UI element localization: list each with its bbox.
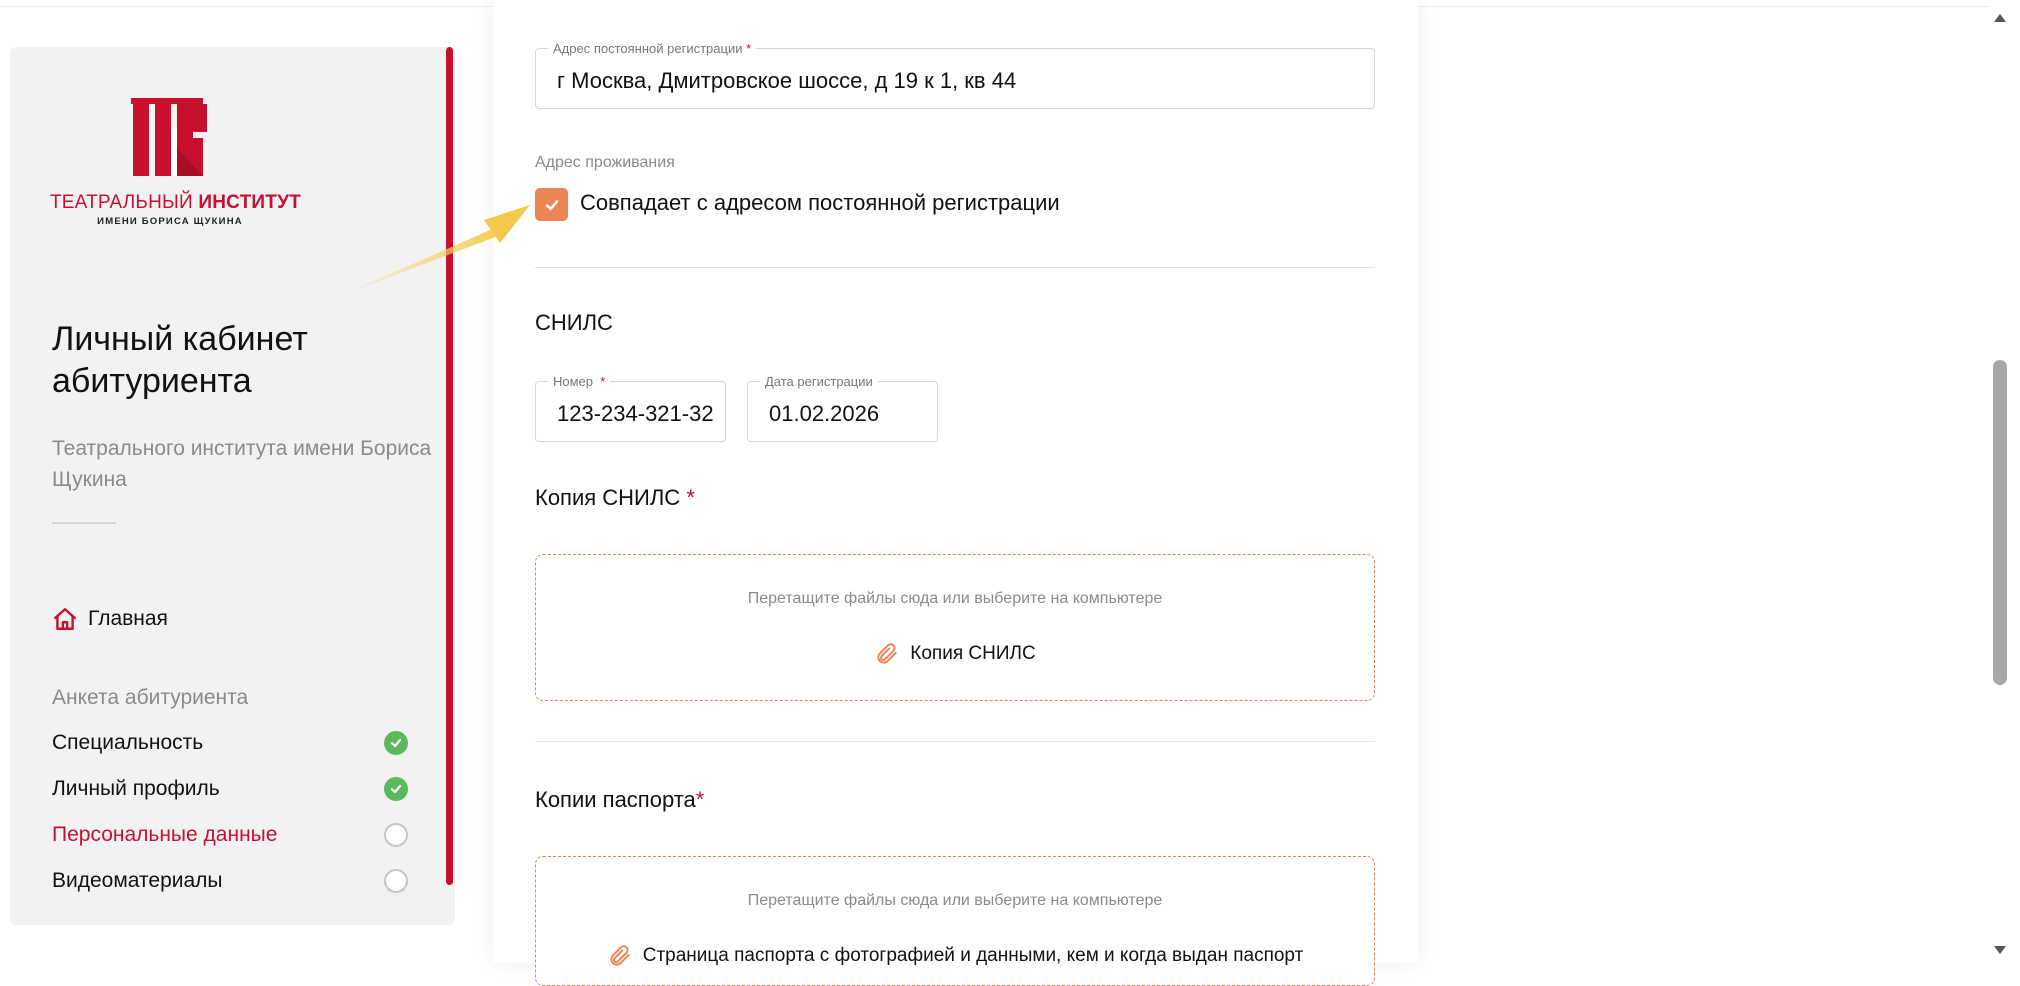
passport-copies-title: Копии паспорта* <box>535 787 705 812</box>
cabinet-subtitle: Театрального института имени Бориса Щуки… <box>52 437 432 491</box>
sidebar-divider <box>52 522 116 524</box>
cabinet-title: Личный кабинет абитуриента <box>52 320 308 400</box>
nav-home-label: Главная <box>88 607 168 630</box>
snils-copy-file-label: Копия СНИЛС <box>910 643 1036 664</box>
institute-logo[interactable]: ТЕАТРАЛЬНЫЙ ИНСТИТУТ ИМЕНИ БОРИСА ЩУКИНА <box>50 98 301 238</box>
registration-address-value: г Москва, Дмитровское шоссе, д 19 к 1, к… <box>557 68 1017 93</box>
registration-address-label: Адрес постоянной регистрации * <box>548 41 757 56</box>
passport-copies-dropzone[interactable]: Перетащите файлы сюда или выберите на ко… <box>535 856 1375 986</box>
sidebar-item-profile[interactable]: Личный профиль <box>52 773 408 805</box>
check-circle-icon <box>384 731 408 755</box>
snils-number-field[interactable]: Номер * 123-234-321-32 <box>535 374 726 442</box>
snils-copy-title: Копия СНИЛС * <box>535 485 695 510</box>
same-address-checkbox[interactable] <box>535 188 568 221</box>
same-address-label[interactable]: Совпадает с адресом постоянной регистрац… <box>580 190 1060 216</box>
residence-address-label: Адрес проживания <box>535 154 675 171</box>
registration-address-field[interactable]: Адрес постоянной регистрации * г Москва,… <box>535 41 1375 109</box>
logo-mark-icon <box>131 98 207 176</box>
nav-section-label: Анкета абитуриента <box>52 686 249 709</box>
sidebar-item-specialty[interactable]: Специальность <box>52 727 408 759</box>
scroll-up-arrow-icon[interactable] <box>1992 12 2008 24</box>
snils-date-value: 01.02.2026 <box>769 401 880 426</box>
empty-circle-icon <box>384 823 408 847</box>
sidebar-item-label: Специальность <box>52 731 204 754</box>
snils-copy-file-button[interactable]: Копия СНИЛС <box>536 641 1374 667</box>
sidebar-accent-bar <box>446 47 453 885</box>
sidebar-item-label: Персональные данные <box>52 823 278 846</box>
dropzone-hint: Перетащите файлы сюда или выберите на ко… <box>747 590 1163 607</box>
snils-number-label: Номер * <box>548 374 611 389</box>
sidebar-item-label: Личный профиль <box>52 777 220 800</box>
section-divider <box>535 267 1375 268</box>
dropzone-hint: Перетащите файлы сюда или выберите на ко… <box>747 892 1163 909</box>
snils-number-value: 123-234-321-32 <box>557 401 714 426</box>
scrollbar-thumb[interactable] <box>1993 360 2007 685</box>
check-icon <box>545 199 558 210</box>
sidebar-item-label: Видеоматериалы <box>52 869 223 892</box>
paperclip-icon <box>877 643 897 664</box>
snils-title: СНИЛС <box>535 310 613 335</box>
passport-page-file-button[interactable]: Страница паспорта с фотографией и данным… <box>536 943 1374 969</box>
passport-page-file-label: Страница паспорта с фотографией и данным… <box>642 945 1304 966</box>
sidebar-item-videos[interactable]: Видеоматериалы <box>52 865 408 897</box>
check-circle-icon <box>384 777 408 801</box>
nav-home[interactable]: Главная <box>52 604 168 634</box>
sidebar-item-personal-data[interactable]: Персональные данные <box>52 819 408 851</box>
snils-date-field[interactable]: Дата регистрации 01.02.2026 <box>747 374 938 442</box>
snils-copy-dropzone[interactable]: Перетащите файлы сюда или выберите на ко… <box>535 554 1375 701</box>
section-divider <box>535 741 1375 742</box>
empty-circle-icon <box>384 869 408 893</box>
snils-date-label: Дата регистрации <box>760 374 878 389</box>
main-form-panel <box>493 0 1418 963</box>
logo-text: ТЕАТРАЛЬНЫЙ ИНСТИТУТ <box>50 192 301 213</box>
logo-subtitle: ИМЕНИ БОРИСА ЩУКИНА <box>97 216 243 227</box>
home-icon <box>54 608 76 630</box>
scroll-down-arrow-icon[interactable] <box>1992 944 2008 956</box>
paperclip-icon <box>610 945 630 966</box>
